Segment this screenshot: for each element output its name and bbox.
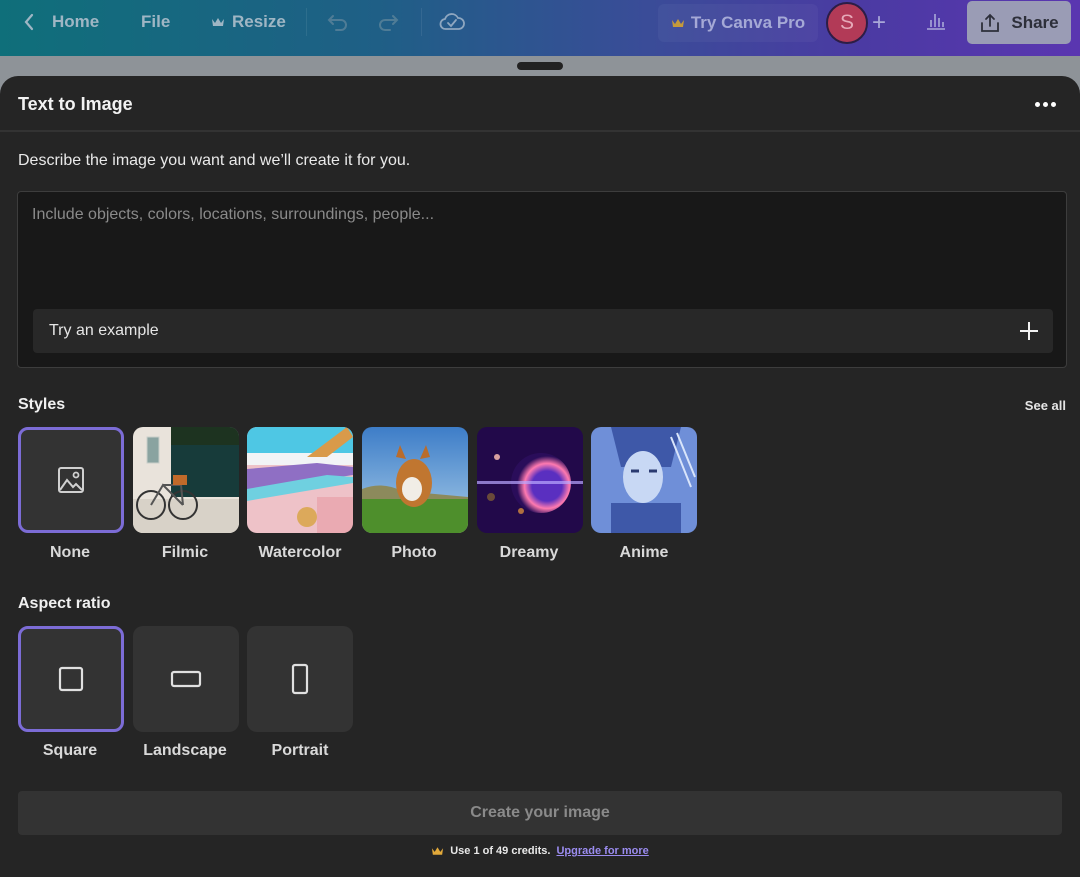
share-button[interactable]: Share: [967, 1, 1071, 44]
header-divider: [0, 130, 1080, 132]
prompt-input[interactable]: [32, 206, 1042, 286]
aspect-portrait-option[interactable]: [247, 626, 353, 732]
style-label: Photo: [391, 544, 437, 561]
try-canva-pro-button[interactable]: Try Canva Pro: [658, 4, 818, 42]
style-tile-watercolor[interactable]: [247, 427, 353, 533]
dreamy-thumbnail: [477, 427, 583, 533]
credits-info: Use 1 of 49 credits. Upgrade for more: [0, 845, 1080, 857]
style-tile-filmic[interactable]: [133, 427, 239, 533]
resize-label: Resize: [232, 12, 286, 31]
styles-heading: Styles: [18, 396, 66, 413]
toolbar-divider: [306, 8, 307, 36]
filmic-thumbnail: [133, 427, 239, 533]
file-menu-button[interactable]: File: [141, 0, 170, 44]
redo-icon: [379, 15, 399, 31]
panel-description: Describe the image you want and we’ll cr…: [18, 152, 411, 169]
style-label: Watercolor: [258, 544, 342, 561]
aspect-landscape-option[interactable]: [133, 626, 239, 732]
aspect-ratio-heading: Aspect ratio: [18, 595, 111, 612]
landscape-shape-icon: [170, 670, 202, 688]
more-dot-icon: [1050, 101, 1056, 107]
style-label: Filmic: [161, 544, 209, 561]
bar-chart-icon: [927, 14, 945, 30]
anime-thumbnail: [591, 427, 697, 533]
style-tile-none[interactable]: [18, 427, 124, 533]
resize-button[interactable]: Resize: [211, 0, 286, 44]
text-to-image-panel: Text to Image Describe the image you wan…: [0, 76, 1080, 877]
crown-icon: [212, 18, 224, 26]
cloud-check-icon: [439, 13, 465, 30]
prompt-box: Try an example: [17, 191, 1067, 368]
style-label: None: [50, 544, 90, 561]
avatar-initial: S: [839, 11, 854, 34]
more-options-button[interactable]: [1032, 94, 1058, 114]
photo-thumbnail: [362, 427, 468, 533]
upload-share-icon: [981, 13, 1000, 32]
style-label: Dreamy: [499, 544, 559, 561]
aspect-label: Landscape: [143, 742, 227, 759]
home-button[interactable]: Home: [22, 0, 99, 44]
see-all-styles-link[interactable]: See all: [1025, 398, 1066, 413]
plus-icon: [1020, 322, 1038, 340]
style-tile-anime[interactable]: [591, 427, 697, 533]
square-shape-icon: [58, 666, 84, 692]
chevron-left-icon: [24, 13, 34, 31]
create-image-label: Create your image: [470, 804, 610, 821]
drag-handle[interactable]: [517, 62, 563, 70]
try-example-label: Try an example: [49, 322, 159, 339]
image-placeholder-icon: [58, 467, 84, 493]
try-example-button[interactable]: Try an example: [33, 309, 1053, 353]
redo-button[interactable]: [376, 0, 400, 44]
watercolor-thumbnail: [247, 427, 353, 533]
editor-top-bar: Home File Resize Try Canva Pro S + Share: [0, 0, 1080, 56]
aspect-label: Square: [42, 742, 98, 759]
more-dot-icon: [1034, 101, 1040, 107]
plus-icon: +: [872, 9, 887, 36]
share-label: Share: [1011, 12, 1059, 32]
file-label: File: [141, 12, 171, 31]
add-collaborator-button[interactable]: +: [872, 9, 886, 37]
try-canva-pro-label: Try Canva Pro: [690, 13, 806, 32]
upgrade-link[interactable]: Upgrade for more: [556, 845, 648, 857]
undo-button[interactable]: [326, 0, 350, 44]
style-label: Anime: [619, 544, 669, 561]
portrait-shape-icon: [291, 663, 309, 695]
user-avatar[interactable]: S: [826, 2, 868, 44]
cloud-save-status[interactable]: [439, 0, 465, 44]
insights-button[interactable]: [924, 8, 948, 37]
style-tile-dreamy[interactable]: [477, 427, 583, 533]
undo-icon: [327, 15, 347, 31]
credits-text: Use 1 of 49 credits.: [450, 845, 551, 857]
panel-title: Text to Image: [18, 94, 133, 114]
aspect-label: Portrait: [271, 742, 329, 759]
home-label: Home: [52, 12, 100, 31]
crown-icon: [432, 847, 444, 855]
style-tile-photo[interactable]: [362, 427, 468, 533]
toolbar-divider: [421, 8, 422, 36]
more-dot-icon: [1042, 101, 1048, 107]
aspect-square-option[interactable]: [18, 626, 124, 732]
crown-icon: [671, 19, 684, 27]
create-image-button[interactable]: Create your image: [18, 791, 1062, 835]
